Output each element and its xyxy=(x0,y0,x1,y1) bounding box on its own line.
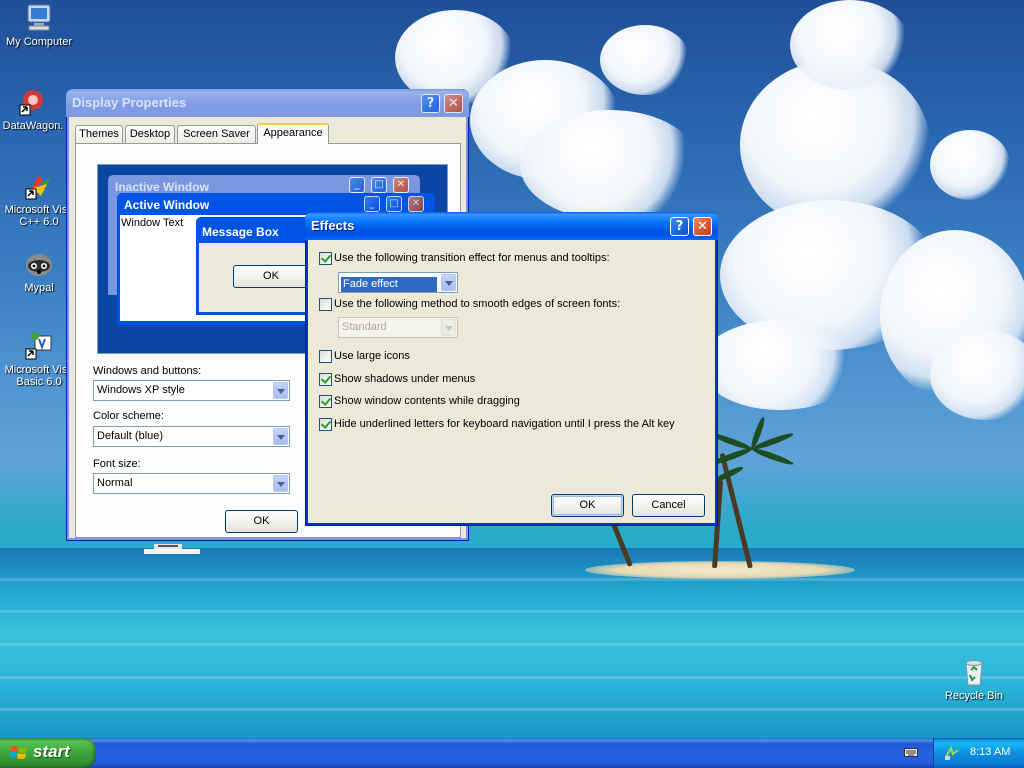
help-button[interactable]: ? xyxy=(421,94,440,113)
menu-shadows-label[interactable]: Show shadows under menus xyxy=(334,373,475,385)
windows-logo-icon xyxy=(10,746,27,759)
preview-window-text: Window Text xyxy=(121,217,184,229)
help-button[interactable]: ? xyxy=(670,217,689,236)
color-scheme-select[interactable]: Default (blue) xyxy=(93,426,290,447)
tab-appearance[interactable]: Appearance xyxy=(257,123,329,144)
preview-inactive-title: Inactive Window xyxy=(115,180,209,194)
desktop-icon-label: My Computer xyxy=(5,36,73,48)
close-icon: ✕ xyxy=(408,196,424,212)
maximize-icon: □ xyxy=(386,196,402,212)
font-smoothing-value: Standard xyxy=(342,321,387,333)
desktop-icon-label: DataWagon. xyxy=(2,120,64,132)
cloud xyxy=(700,320,860,410)
cloud xyxy=(930,130,1010,200)
transition-effect-checkbox[interactable] xyxy=(319,252,332,265)
hide-underlines-label[interactable]: Hide underlined letters for keyboard nav… xyxy=(334,418,675,430)
font-smoothing-checkbox[interactable] xyxy=(319,298,332,311)
visual-cpp-icon xyxy=(23,170,55,202)
start-label: start xyxy=(33,742,70,761)
effects-title: Effects xyxy=(311,218,355,233)
drag-contents-checkbox[interactable] xyxy=(319,395,332,408)
island xyxy=(585,561,855,579)
font-smoothing-label[interactable]: Use the following method to smooth edges… xyxy=(334,298,620,310)
preview-ok-button: OK xyxy=(233,265,309,288)
windows-buttons-label: Windows and buttons: xyxy=(93,365,202,377)
display-properties-titlebar[interactable]: Display Properties ? ✕ xyxy=(66,89,469,117)
desktop-icon-my-computer[interactable]: My Computer xyxy=(0,2,78,48)
chevron-down-icon[interactable] xyxy=(273,428,288,445)
chevron-down-icon[interactable] xyxy=(273,382,288,399)
preview-message-box: Message Box OK xyxy=(196,217,316,315)
font-size-value: Normal xyxy=(97,477,133,489)
chevron-down-icon[interactable] xyxy=(441,274,456,291)
color-scheme-value: Default (blue) xyxy=(97,430,164,442)
windows-buttons-select[interactable]: Windows XP style xyxy=(93,380,290,401)
color-scheme-label: Color scheme: xyxy=(93,410,164,422)
desktop-icon-datawagon[interactable]: DataWagon. xyxy=(0,86,72,132)
large-icons-label[interactable]: Use large icons xyxy=(334,350,410,362)
windows-buttons-value: Windows XP style xyxy=(97,384,185,396)
tab-themes[interactable]: Themes xyxy=(75,125,123,143)
minimize-icon: _ xyxy=(349,177,365,193)
computer-icon xyxy=(23,2,55,34)
minimize-icon: _ xyxy=(364,196,380,212)
close-icon: ✕ xyxy=(393,177,409,193)
transition-effect-value: Fade effect xyxy=(341,277,437,292)
tab-screen-saver[interactable]: Screen Saver xyxy=(177,125,256,143)
font-smoothing-select: Standard xyxy=(338,317,458,338)
cloud xyxy=(790,0,910,90)
preview-message-body: OK xyxy=(199,243,313,312)
effects-client: Use the following transition effect for … xyxy=(308,240,715,523)
cloud xyxy=(930,330,1024,420)
effects-ok-button[interactable]: OK xyxy=(551,494,624,517)
cloud xyxy=(600,25,690,95)
preview-active-title: Active Window xyxy=(124,198,210,212)
taskbar: start 8:13 AM xyxy=(0,738,1024,768)
close-button[interactable]: ✕ xyxy=(444,94,463,113)
tab-strip: Themes Desktop Screen Saver Appearance xyxy=(75,123,465,144)
large-icons-checkbox[interactable] xyxy=(319,350,332,363)
hide-underlines-checkbox[interactable] xyxy=(319,418,332,431)
menu-shadows-checkbox[interactable] xyxy=(319,373,332,386)
transition-effect-label[interactable]: Use the following transition effect for … xyxy=(334,252,610,264)
font-size-select[interactable]: Normal xyxy=(93,473,290,494)
boat xyxy=(144,544,200,554)
effects-dialog[interactable]: Effects ? ✕ Use the following transition… xyxy=(305,212,718,526)
window-title: Display Properties xyxy=(72,95,187,110)
clock[interactable]: 8:13 AM xyxy=(970,746,1010,758)
start-button[interactable]: start xyxy=(0,738,96,768)
tab-desktop[interactable]: Desktop xyxy=(125,125,175,143)
desktop-icon-recycle-bin[interactable]: Recycle Bin xyxy=(935,656,1013,702)
transition-effect-select[interactable]: Fade effect xyxy=(338,272,458,293)
network-icon[interactable] xyxy=(944,745,960,761)
sea xyxy=(0,548,1024,738)
visual-basic-icon xyxy=(23,330,55,362)
font-size-label: Font size: xyxy=(93,458,141,470)
close-button[interactable]: ✕ xyxy=(693,217,712,236)
maximize-icon: □ xyxy=(371,177,387,193)
system-tray: 8:13 AM xyxy=(933,738,1024,768)
display-ok-button[interactable]: OK xyxy=(225,510,298,533)
chevron-down-icon xyxy=(441,319,456,336)
preview-message-box-title: Message Box xyxy=(202,225,279,239)
keyboard-icon[interactable] xyxy=(904,746,918,758)
datawagon-icon xyxy=(17,86,49,118)
recycle-bin-icon xyxy=(958,656,990,688)
effects-titlebar[interactable]: Effects ? ✕ xyxy=(305,212,718,240)
cloud xyxy=(520,110,700,220)
mypal-icon xyxy=(23,248,55,280)
chevron-down-icon[interactable] xyxy=(273,475,288,492)
drag-contents-label[interactable]: Show window contents while dragging xyxy=(334,395,520,407)
desktop-icon-label: Recycle Bin xyxy=(944,690,1004,702)
effects-cancel-button[interactable]: Cancel xyxy=(632,494,705,517)
